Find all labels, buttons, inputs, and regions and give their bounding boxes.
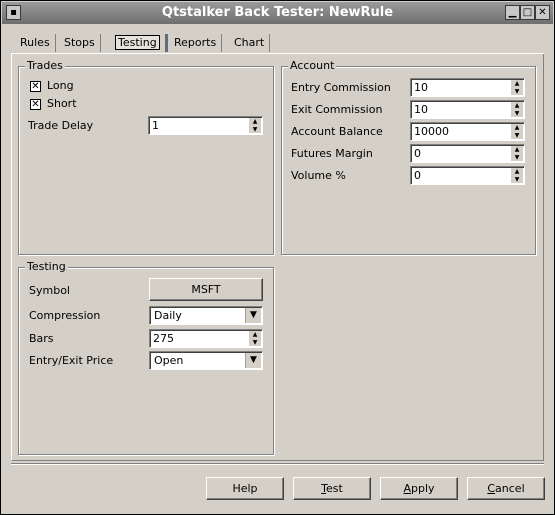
spin-up-icon[interactable]: ▲ (511, 168, 523, 175)
spin-down-icon[interactable]: ▼ (249, 339, 261, 346)
spin-down-icon[interactable]: ▼ (511, 110, 523, 117)
spin-up-icon[interactable]: ▲ (511, 146, 523, 153)
test-button[interactable]: Test (293, 477, 371, 500)
spin-down-icon[interactable]: ▼ (511, 154, 523, 161)
spin-down-icon[interactable]: ▼ (511, 88, 523, 95)
cancel-button[interactable]: Cancel (467, 477, 545, 500)
back-tester-window: ▪ Qtstalker Back Tester: NewRule ▁ □ ✕ R… (0, 0, 555, 515)
tab-chart[interactable]: Chart (229, 34, 271, 52)
entry-exit-price-value[interactable]: Open (154, 354, 183, 367)
spin-up-icon[interactable]: ▲ (249, 331, 261, 338)
long-label[interactable]: Long (47, 79, 74, 92)
short-label[interactable]: Short (47, 97, 77, 110)
maximize-icon[interactable]: □ (520, 5, 535, 20)
title-bar[interactable]: ▪ Qtstalker Back Tester: NewRule ▁ □ ✕ (2, 2, 553, 24)
tab-bar: Rules Stops Testing Reports Chart (15, 34, 546, 54)
minimize-icon[interactable]: ▁ (505, 5, 520, 20)
window-title: Qtstalker Back Tester: NewRule (161, 5, 394, 20)
spin-down-icon[interactable]: ▼ (511, 132, 523, 139)
testing-group: Testing Symbol MSFT Compression Daily ▼ … (18, 260, 274, 455)
cancel-mnemonic: C (487, 482, 496, 495)
futures-margin-spinbox[interactable]: 0 ▲ ▼ (410, 144, 525, 163)
close-icon[interactable]: ✕ (535, 5, 550, 20)
symbol-label: Symbol (29, 284, 70, 297)
testing-legend: Testing (25, 260, 68, 273)
tab-rules[interactable]: Rules (15, 34, 56, 52)
compression-combobox[interactable]: Daily ▼ (149, 306, 263, 325)
dropdown-arrow-icon[interactable]: ▼ (245, 308, 261, 323)
bars-spinbox[interactable]: 275 ▲ ▼ (149, 329, 263, 348)
entry-exit-price-label: Entry/Exit Price (29, 354, 114, 367)
tab-testing-label: Testing (115, 35, 160, 50)
dropdown-arrow-icon[interactable]: ▼ (245, 353, 261, 368)
short-checkbox[interactable]: ✕ (30, 99, 41, 110)
entry-commission-value[interactable]: 10 (414, 81, 428, 94)
volume-percent-spinbox[interactable]: 0 ▲ ▼ (410, 166, 525, 185)
compression-value[interactable]: Daily (154, 309, 182, 322)
spin-up-icon[interactable]: ▲ (511, 102, 523, 109)
volume-percent-value[interactable]: 0 (414, 169, 421, 182)
entry-commission-spinbox[interactable]: 10 ▲ ▼ (410, 78, 525, 97)
help-button[interactable]: Help (206, 477, 284, 500)
apply-mnemonic: A (403, 482, 411, 495)
exit-commission-label: Exit Commission (291, 103, 383, 116)
bars-value[interactable]: 275 (153, 332, 174, 345)
apply-button[interactable]: Apply (380, 477, 458, 500)
account-balance-value[interactable]: 10000 (414, 125, 449, 138)
trade-delay-value[interactable]: 1 (152, 119, 159, 132)
trade-delay-spinbox[interactable]: 1 ▲ ▼ (148, 116, 263, 135)
help-button-label: Help (232, 482, 258, 495)
account-balance-spinbox[interactable]: 10000 ▲ ▼ (410, 122, 525, 141)
tab-reports[interactable]: Reports (169, 34, 223, 52)
tab-chart-label: Chart (234, 36, 265, 49)
futures-margin-label: Futures Margin (291, 147, 373, 160)
apply-button-label: pply (411, 482, 435, 495)
account-balance-label: Account Balance (291, 125, 383, 138)
exit-commission-spinbox[interactable]: 10 ▲ ▼ (410, 100, 525, 119)
trades-legend: Trades (25, 59, 65, 72)
long-checkbox[interactable]: ✕ (30, 81, 41, 92)
symbol-button[interactable]: MSFT (149, 278, 263, 301)
trades-group: Trades ✕ Long ✕ Short Trade Delay 1 ▲ ▼ (18, 59, 274, 255)
tab-stops-label: Stops (64, 36, 95, 49)
futures-margin-value[interactable]: 0 (414, 147, 421, 160)
test-button-label: est (326, 482, 343, 495)
account-group: Account Entry Commission 10 ▲ ▼ Exit Comm… (281, 59, 536, 255)
spin-up-icon[interactable]: ▲ (511, 80, 523, 87)
cancel-button-label: ancel (495, 482, 525, 495)
trade-delay-label: Trade Delay (28, 119, 94, 132)
spin-up-icon[interactable]: ▲ (249, 118, 261, 125)
entry-commission-label: Entry Commission (291, 81, 391, 94)
volume-percent-label: Volume % (291, 169, 346, 182)
exit-commission-value[interactable]: 10 (414, 103, 428, 116)
spin-up-icon[interactable]: ▲ (511, 124, 523, 131)
button-separator (11, 463, 544, 465)
tab-rules-label: Rules (20, 36, 50, 49)
tab-testing[interactable]: Testing (110, 34, 168, 52)
account-legend: Account (288, 59, 337, 72)
compression-label: Compression (29, 309, 101, 322)
entry-exit-price-combobox[interactable]: Open ▼ (149, 351, 263, 370)
bars-label: Bars (29, 332, 54, 345)
tab-reports-label: Reports (174, 36, 217, 49)
spin-down-icon[interactable]: ▼ (249, 126, 261, 133)
spin-down-icon[interactable]: ▼ (511, 176, 523, 183)
tab-stops[interactable]: Stops (59, 34, 101, 52)
